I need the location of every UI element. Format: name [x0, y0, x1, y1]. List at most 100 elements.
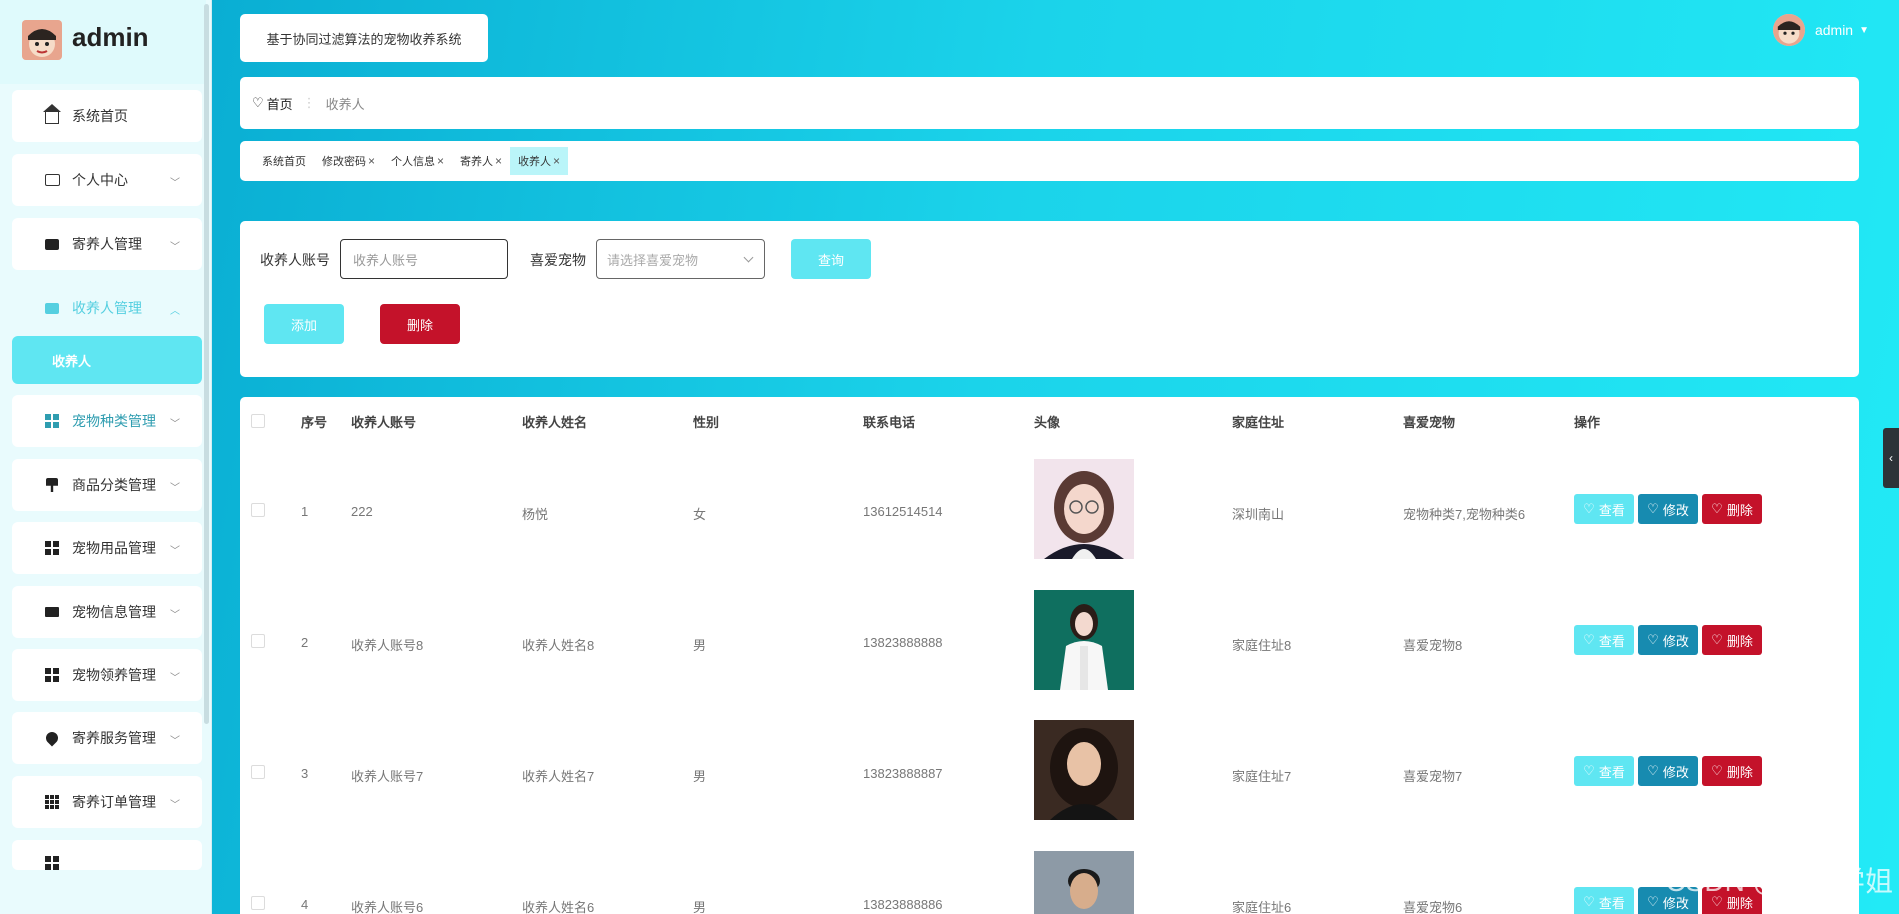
view-button[interactable]: ♡ 查看 — [1574, 625, 1634, 655]
tag-label: 收养人 — [518, 156, 552, 168]
row-checkbox[interactable] — [251, 896, 265, 910]
batch-delete-button[interactable]: 删除 — [380, 304, 460, 344]
user-menu[interactable]: admin ▼ — [1772, 14, 1869, 46]
menu-item-home[interactable]: 系统首页 — [12, 90, 202, 142]
col-gender: 性别 — [693, 415, 720, 430]
heart-icon: ♡ — [1647, 632, 1659, 647]
cell-address: 家庭住址7 — [1232, 769, 1292, 784]
cell-name: 收养人姓名6 — [522, 900, 595, 914]
cell-phone: 13823888888 — [863, 635, 943, 650]
cell-name: 收养人姓名7 — [522, 769, 595, 784]
menu-item-adoption-mgmt[interactable]: 宠物领养管理 ﹀ — [12, 649, 202, 701]
query-button[interactable]: 查询 — [791, 239, 871, 279]
chevron-down-icon — [743, 252, 754, 263]
main-area: 基于协同过滤算法的宠物收养系统 admin ▼ ♡ 首页 ⋮ 收养人 系统首页 … — [212, 0, 1899, 914]
location-icon — [43, 729, 61, 747]
tag-change-password[interactable]: 修改密码 × — [314, 147, 383, 175]
chevron-down-icon: ﹀ — [170, 483, 180, 494]
drawer-toggle-handle[interactable]: ‹ — [1883, 428, 1899, 488]
cell-gender: 女 — [693, 507, 707, 522]
chat-icon — [44, 237, 60, 251]
delete-button[interactable]: ♡ 删除 — [1702, 756, 1762, 786]
grid-icon — [44, 668, 60, 682]
tag-label: 修改密码 — [322, 156, 366, 168]
edit-button[interactable]: ♡ 修改 — [1638, 756, 1698, 786]
sidebar: admin 系统首页 个人中心 ﹀ 寄养人管理 ﹀ 收养人管理 ︿ 收养人 宠物… — [0, 0, 212, 914]
tag-adopter[interactable]: 收养人 × — [510, 147, 569, 175]
col-account: 收养人账号 — [351, 415, 417, 430]
row-checkbox[interactable] — [251, 634, 265, 648]
pet-select-placeholder: 请选择喜爱宠物 — [607, 252, 699, 268]
cell-name: 杨悦 — [522, 507, 549, 522]
breadcrumb-current: 收养人 — [325, 96, 365, 112]
menu-subitem-adopter[interactable]: 收养人 — [12, 336, 202, 384]
tag-foster[interactable]: 寄养人 × — [452, 147, 510, 175]
edit-button[interactable]: ♡ 修改 — [1638, 625, 1698, 655]
edit-label: 修改 — [1662, 502, 1689, 518]
tag-home[interactable]: 系统首页 — [254, 147, 314, 175]
cell-gender: 男 — [693, 638, 707, 653]
edit-button[interactable]: ♡ 修改 — [1638, 494, 1698, 524]
menu-item-foster-mgmt[interactable]: 寄养人管理 ﹀ — [12, 218, 202, 270]
close-icon[interactable]: × — [553, 154, 560, 168]
close-icon[interactable]: × — [368, 154, 375, 168]
close-icon[interactable]: × — [495, 154, 502, 168]
cell-gender: 男 — [693, 900, 707, 914]
menu-item-label: 个人中心 — [72, 172, 128, 188]
menu-item-foster-service-mgmt[interactable]: 寄养服务管理 ﹀ — [12, 712, 202, 764]
admin-avatar — [22, 20, 62, 60]
menu-item-goods-category-mgmt[interactable]: 商品分类管理 ﹀ — [12, 459, 202, 511]
tag-label: 系统首页 — [262, 156, 306, 168]
sidebar-scrollbar[interactable] — [204, 4, 209, 724]
cell-index: 4 — [301, 897, 309, 912]
grid-icon — [44, 414, 60, 428]
heart-icon: ♡ — [1711, 501, 1723, 516]
view-label: 查看 — [1598, 502, 1625, 518]
menu-item-pet-supplies-mgmt[interactable]: 宠物用品管理 ﹀ — [12, 522, 202, 574]
row-checkbox[interactable] — [251, 503, 265, 517]
heart-icon: ♡ — [1583, 763, 1595, 778]
view-button[interactable]: ♡ 查看 — [1574, 887, 1634, 914]
pet-select[interactable]: 请选择喜爱宠物 — [596, 239, 765, 279]
col-avatar: 头像 — [1034, 415, 1061, 430]
cell-index: 3 — [301, 766, 309, 781]
breadcrumb-separator: ⋮ — [302, 95, 316, 110]
cell-index: 1 — [301, 504, 309, 519]
card-icon — [44, 173, 60, 187]
chevron-up-icon: ︿ — [170, 306, 180, 317]
delete-button[interactable]: ♡ 删除 — [1702, 625, 1762, 655]
tag-label: 个人信息 — [391, 156, 436, 168]
tag-personal-info[interactable]: 个人信息 × — [383, 147, 452, 175]
chevron-down-icon: ﹀ — [170, 242, 180, 253]
menu-item-pet-category-mgmt[interactable]: 宠物种类管理 ﹀ — [12, 395, 202, 447]
cell-phone: 13612514514 — [863, 504, 943, 519]
view-button[interactable]: ♡ 查看 — [1574, 756, 1634, 786]
menu-item-label: 收养人管理 — [72, 300, 142, 316]
caret-down-icon: ▼ — [1859, 24, 1869, 36]
view-button[interactable]: ♡ 查看 — [1574, 494, 1634, 524]
breadcrumb-home[interactable]: ♡ 首页 — [252, 94, 293, 113]
heart-icon: ♡ — [1711, 763, 1723, 778]
delete-label: 删除 — [1726, 502, 1753, 518]
menu-item-label: 宠物用品管理 — [72, 540, 156, 556]
cell-address: 家庭住址6 — [1232, 900, 1292, 914]
menu-item-pet-info-mgmt[interactable]: 宠物信息管理 ﹀ — [12, 586, 202, 638]
heart-icon: ♡ — [1647, 894, 1659, 909]
select-all-checkbox[interactable] — [251, 414, 265, 428]
cell-phone: 13823888886 — [863, 897, 943, 912]
menu-item-foster-order-mgmt[interactable]: 寄养订单管理 ﹀ — [12, 776, 202, 828]
menu-item-partial[interactable] — [12, 840, 202, 870]
grid-icon — [44, 856, 60, 870]
close-icon[interactable]: × — [437, 154, 444, 168]
account-search-input[interactable]: 收养人账号 — [340, 239, 508, 279]
row-checkbox[interactable] — [251, 765, 265, 779]
user-name: admin — [1814, 22, 1854, 38]
menu-item-label: 寄养服务管理 — [72, 730, 156, 746]
menu-item-personal-center[interactable]: 个人中心 ﹀ — [12, 154, 202, 206]
edit-label: 修改 — [1662, 764, 1689, 780]
menu-item-adopter-mgmt[interactable]: 收养人管理 ︿ — [12, 282, 202, 334]
cell-account: 收养人账号8 — [351, 638, 424, 653]
add-button[interactable]: 添加 — [264, 304, 344, 344]
delete-button[interactable]: ♡ 删除 — [1702, 494, 1762, 524]
menu-item-label: 宠物信息管理 — [72, 604, 156, 620]
